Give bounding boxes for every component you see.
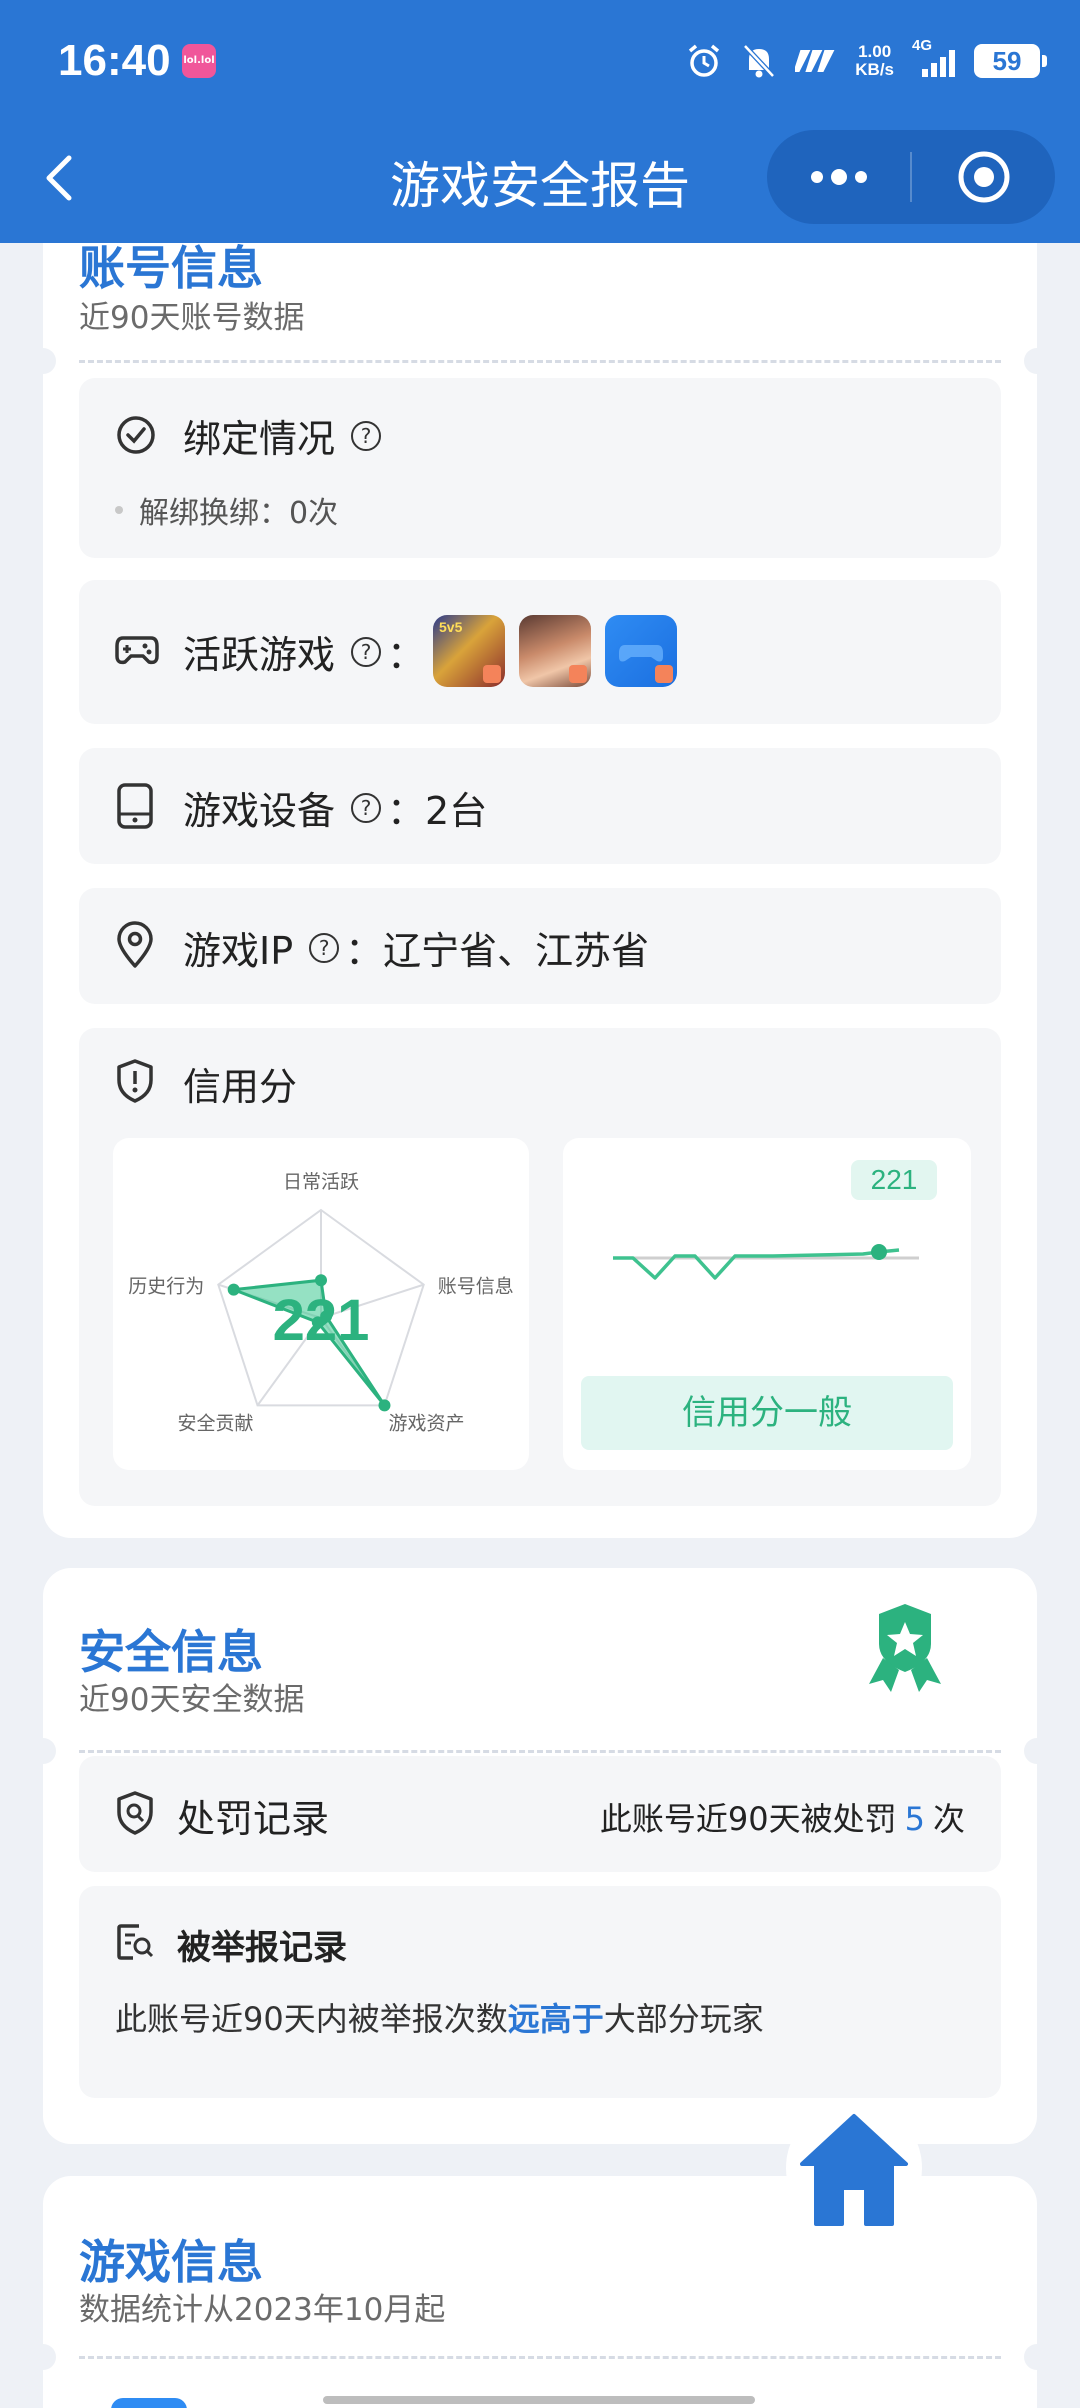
- location-pin-icon: [117, 921, 153, 968]
- security-info-card: 安全信息 近90天安全数据 处罚记录 此账号近90天被处罚 5 次 被举报记录 此账…: [30, 1568, 1050, 2144]
- status-icons: 1.00 KB/s 4G 59: [685, 36, 1047, 86]
- report-label: 被举报记录: [177, 1928, 347, 1968]
- binding-row: 绑定情况 ? 解绑换绑：0次: [79, 378, 1001, 558]
- section-subtitle: 近90天账号数据: [79, 300, 305, 336]
- net-speed: 1.00 KB/s: [855, 42, 894, 79]
- binding-label-wrap: 绑定情况 ?: [183, 408, 387, 463]
- app-notification-icon: lol.lol: [182, 44, 216, 78]
- radar-chart: 日常活跃账号信息游戏资产 安全贡献 历史行为 221: [128, 1171, 514, 1434]
- devices-label: 游戏设备: [183, 789, 336, 833]
- card-notch: [30, 1738, 56, 1764]
- report-highlight: 远高于: [507, 2000, 604, 2038]
- credit-label: 信用分: [183, 1065, 298, 1109]
- radar-axis-label: 安全贡献: [178, 1412, 254, 1434]
- card-notch: [30, 348, 56, 374]
- help-icon[interactable]: ?: [351, 636, 382, 667]
- card-notch: [30, 2344, 56, 2370]
- gamepad-icon: [115, 636, 159, 665]
- battery-indicator: 59: [974, 44, 1047, 78]
- report-search-icon: [117, 1924, 154, 1960]
- section-title: 安全信息: [79, 1625, 263, 1679]
- radar-axis-label: 游戏资产: [388, 1412, 464, 1434]
- ip-label: 游戏IP: [183, 929, 294, 973]
- radar-data-point: [378, 1399, 391, 1412]
- game-info-icon-partial: [111, 2398, 187, 2408]
- punish-label: 处罚记录: [177, 1797, 330, 1841]
- shield-alert-icon: [117, 1059, 153, 1103]
- target-circle-icon: [958, 151, 1009, 203]
- top-bar: 16:40 lol.lol 1.00 KB/s 4G 59 游戏安全报告: [0, 0, 1080, 243]
- help-icon[interactable]: ?: [351, 792, 382, 823]
- ip-row: 游戏IP ? ：辽宁省、江苏省: [79, 888, 1001, 1004]
- punish-record-row[interactable]: 处罚记录 此账号近90天被处罚 5 次: [79, 1756, 1001, 1872]
- status-time: 16:40: [58, 36, 171, 85]
- home-button[interactable]: [786, 2100, 922, 2236]
- badge-star-icon: [869, 1604, 941, 1692]
- section-subtitle: 数据统计从2023年10月起: [79, 2292, 446, 2328]
- game-icon-honor-of-kings[interactable]: 5v5: [433, 615, 505, 687]
- ip-value: ：辽宁省、江苏省: [345, 929, 650, 973]
- radar-axis-label: 历史行为: [128, 1276, 204, 1298]
- card-notch: [1024, 2344, 1050, 2370]
- dashed-divider: [79, 360, 1001, 363]
- label-colon: ：: [387, 633, 426, 677]
- radar-axis-label: 账号信息: [438, 1276, 514, 1298]
- credit-label-wrap: 信用分: [183, 1056, 297, 1111]
- devices-label-wrap: 游戏设备 ? ：2台: [183, 780, 487, 835]
- report-record-row[interactable]: 被举报记录 此账号近90天内被举报次数远高于大部分玩家: [79, 1886, 1001, 2098]
- alarm-icon: [689, 44, 720, 77]
- radar-data-point: [315, 1274, 327, 1287]
- dashed-divider: [79, 1750, 1001, 1753]
- section-title: 游戏信息: [79, 2235, 263, 2289]
- credit-status-button[interactable]: 信用分一般: [581, 1376, 953, 1450]
- mute-bell-icon: [743, 44, 776, 78]
- radar-chart-box: 日常活跃账号信息游戏资产 安全贡献 历史行为 221: [113, 1138, 529, 1470]
- device-icon: [117, 783, 153, 829]
- punish-count: 5: [904, 1800, 925, 1838]
- radar-score: 221: [273, 1288, 370, 1353]
- devices-value: ：2台: [387, 789, 488, 833]
- dashed-divider: [79, 2356, 1001, 2359]
- hd-signal-icon: [795, 50, 835, 72]
- binding-detail: 解绑换绑：0次: [115, 488, 338, 532]
- cell-signal-icon: 4G: [912, 37, 956, 81]
- help-icon[interactable]: ?: [351, 420, 382, 451]
- punish-count-text: 此账号近90天被处罚 5 次: [599, 1800, 965, 1838]
- devices-row: 游戏设备 ? ：2台: [79, 748, 1001, 864]
- section-subtitle: 近90天安全数据: [79, 1682, 305, 1718]
- radar-data-point: [227, 1283, 240, 1296]
- close-miniprogram-button[interactable]: [912, 130, 1055, 224]
- report-description: 此账号近90天内被举报次数远高于大部分玩家: [115, 2000, 764, 2038]
- bullet-dot: [115, 506, 123, 514]
- binding-label: 绑定情况: [183, 417, 336, 461]
- card-notch: [1024, 1738, 1050, 1764]
- help-icon[interactable]: ?: [309, 932, 340, 963]
- card-notch: [1024, 348, 1050, 374]
- active-games-label-wrap: 活跃游戏 ? ：: [183, 624, 425, 679]
- shield-search-icon: [117, 1791, 153, 1835]
- check-circle-icon: [117, 416, 155, 454]
- credit-trend-box: 221 信用分一般: [563, 1138, 971, 1470]
- active-games-label: 活跃游戏: [183, 633, 336, 677]
- mini-program-capsule: [767, 130, 1055, 224]
- home-icon: [800, 2114, 908, 2226]
- more-button[interactable]: [767, 130, 910, 224]
- gesture-bar: [323, 2396, 755, 2404]
- ip-label-wrap: 游戏IP ? ：辽宁省、江苏省: [183, 920, 649, 975]
- active-games-row: 活跃游戏 ? ： 5v5: [79, 580, 1001, 724]
- trend-end-point: [871, 1244, 887, 1260]
- game-icon-blue-controller[interactable]: [605, 615, 677, 687]
- credit-score-row: 信用分 日常活跃账号信息游戏资产 安全贡献 历史行为 221 221 信用分一般: [79, 1028, 1001, 1506]
- account-info-card: 账号信息 近90天账号数据 绑定情况 ? 解绑换绑：0次 活跃游戏 ? ： 5v…: [30, 200, 1050, 1538]
- game-icon-character[interactable]: [519, 615, 591, 687]
- credit-trend-line: [613, 1244, 919, 1280]
- more-dots-icon: [810, 169, 867, 185]
- radar-axis-label: 日常活跃: [283, 1171, 359, 1193]
